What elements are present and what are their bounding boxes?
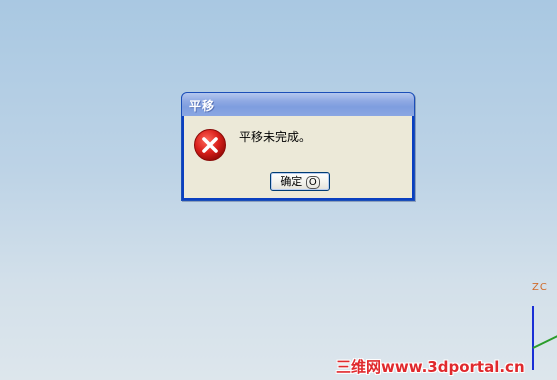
watermark-text: 三维网www.3dportal.cn [336,358,525,376]
graphics-viewport[interactable]: 平移 平移未完成。 确定 O ZC 三维网www.3dportal.cn [0,0,557,380]
ok-button-label: 确定 [280,175,303,188]
z-axis-line [532,306,534,370]
message-dialog: 平移 平移未完成。 确定 O [181,92,415,201]
dialog-body: 平移未完成。 确定 O [184,116,412,198]
ok-button[interactable]: 确定 O [270,172,330,191]
error-icon [194,129,226,161]
dialog-title: 平移 [189,99,216,113]
zc-axis-label: ZC [532,282,548,293]
dialog-message: 平移未完成。 [239,130,312,144]
dialog-titlebar[interactable]: 平移 [182,93,414,116]
ok-button-mnemonic: O [305,176,320,189]
x-axis-line [532,333,557,349]
